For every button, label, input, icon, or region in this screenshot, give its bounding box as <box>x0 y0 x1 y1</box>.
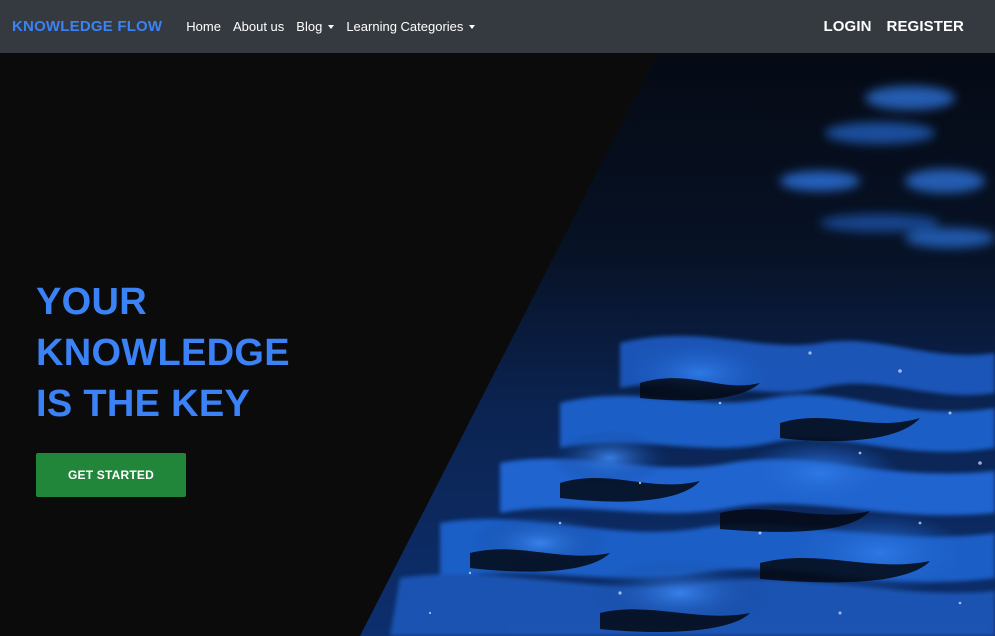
nav-link-home[interactable]: Home <box>186 19 221 34</box>
auth-links: LOGIN REGISTER <box>824 18 983 35</box>
login-link[interactable]: LOGIN <box>824 18 872 35</box>
hero-section: YOUR KNOWLEDGE IS THE KEY GET STARTED <box>0 53 995 636</box>
nav-link-about-us-label: About us <box>232 19 285 34</box>
hero-title-line-2: KNOWLEDGE <box>36 332 290 374</box>
get-started-button[interactable]: GET STARTED <box>36 453 186 497</box>
hero-title-line-3: IS THE KEY <box>36 383 251 425</box>
nav-dropdown-learning-categories[interactable]: Learning Categories <box>346 19 476 34</box>
nav-dropdown-blog-label: Blog <box>296 19 323 34</box>
nav-dropdown-learning-categories-label: Learning Categories <box>346 19 464 34</box>
chevron-down-icon <box>469 25 476 29</box>
nav-links: Home About us Blog Learning Categories <box>186 19 476 34</box>
nav-link-home-label: Home <box>186 19 221 34</box>
brand-logo-link[interactable]: KNOWLEDGE FLOW <box>12 18 162 35</box>
hero-title-line-1: YOUR <box>36 281 147 323</box>
chevron-down-icon <box>328 25 335 29</box>
hero-content: YOUR KNOWLEDGE IS THE KEY GET STARTED <box>36 277 290 497</box>
nav-link-about-us[interactable]: About us <box>233 19 284 34</box>
top-navbar: KNOWLEDGE FLOW Home About us Blog Learni… <box>0 0 995 53</box>
register-link[interactable]: REGISTER <box>887 18 964 35</box>
nav-dropdown-blog[interactable]: Blog <box>296 19 335 34</box>
hero-title: YOUR KNOWLEDGE IS THE KEY <box>36 277 290 430</box>
